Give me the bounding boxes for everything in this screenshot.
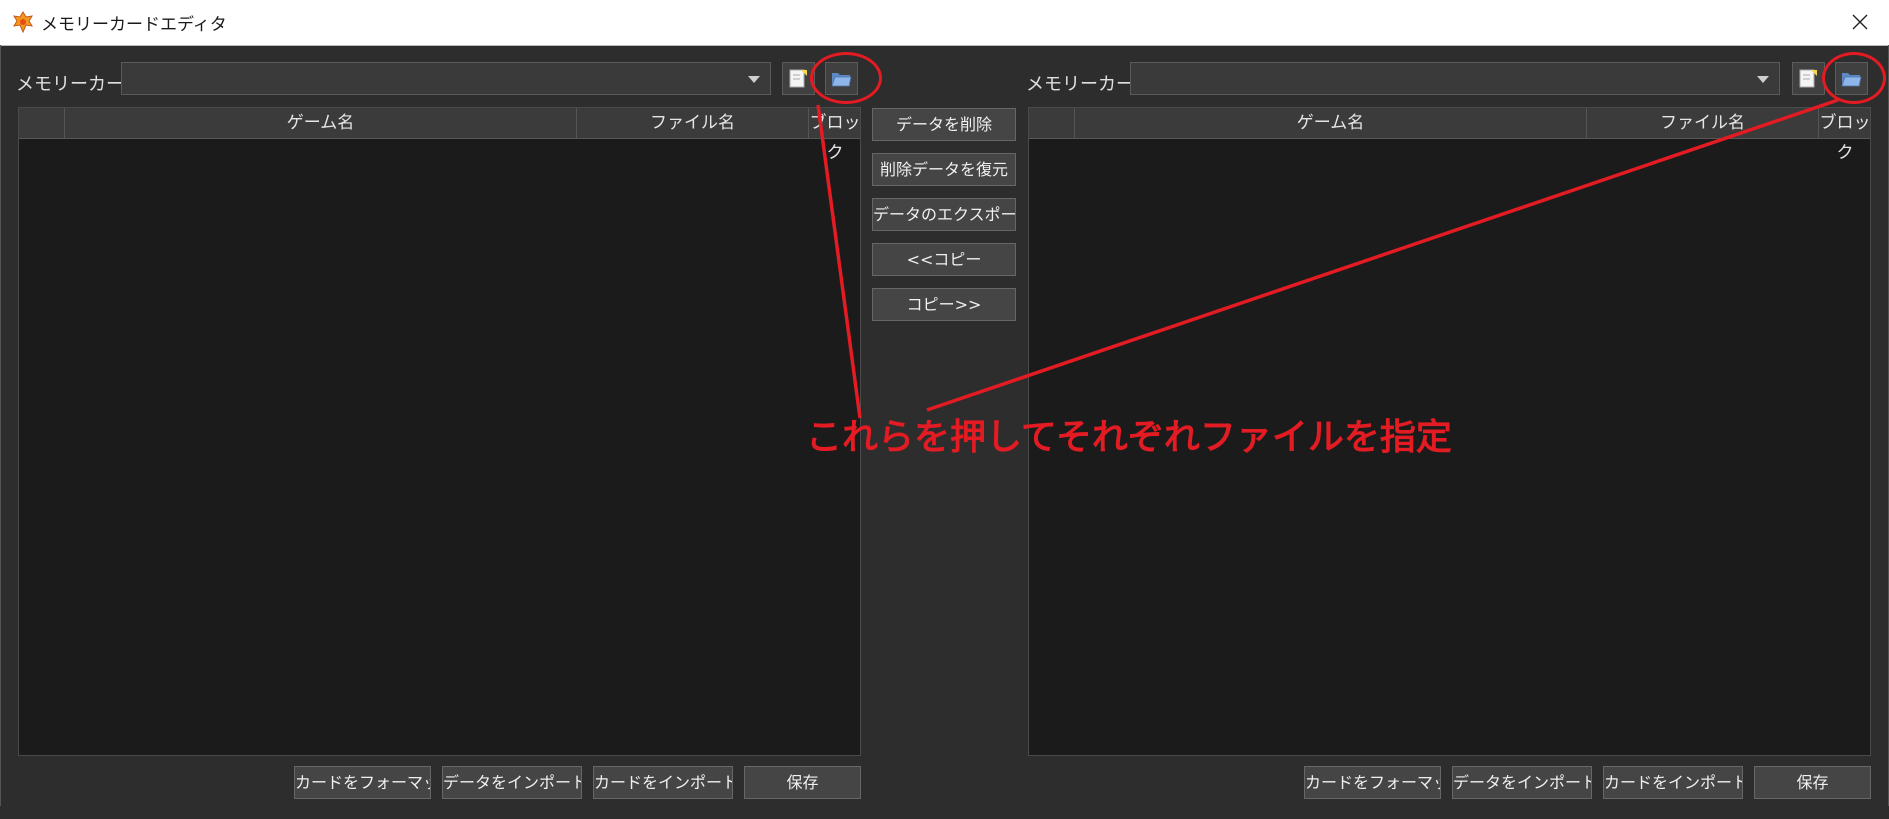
annotation-circle-right <box>1822 52 1886 104</box>
annotation-circle-left <box>810 52 882 104</box>
annotation-text: これらを押してそれぞれファイルを指定 <box>806 417 1452 458</box>
status-strip <box>0 806 1889 819</box>
